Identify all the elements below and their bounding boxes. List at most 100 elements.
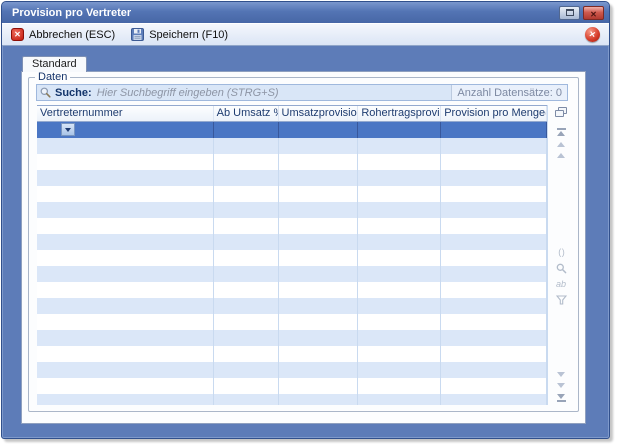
column-header[interactable]: Rohertragsprovision	[358, 106, 441, 121]
row-combo-dropdown[interactable]	[61, 123, 75, 136]
cancel-icon	[11, 28, 24, 41]
brackets-icon[interactable]	[558, 248, 564, 257]
table-row[interactable]	[37, 330, 547, 346]
column-header[interactable]: Umsatzprovision	[279, 106, 359, 121]
table-cell	[37, 378, 214, 394]
next-row-icon[interactable]	[557, 372, 565, 377]
table-cell	[37, 202, 214, 218]
table-row[interactable]	[37, 298, 547, 314]
move-down-icon[interactable]	[557, 383, 565, 388]
restore-icon	[566, 9, 574, 16]
table-cell	[279, 154, 359, 170]
grid-body	[37, 122, 547, 405]
table-row[interactable]	[37, 266, 547, 282]
table-row[interactable]	[37, 394, 547, 405]
table-cell	[214, 250, 279, 266]
table-row[interactable]	[37, 362, 547, 378]
prev-row-icon[interactable]	[557, 153, 565, 158]
table-row[interactable]	[37, 218, 547, 234]
table-cell	[279, 362, 359, 378]
scroll-bottom-icon[interactable]	[557, 394, 566, 402]
table-cell	[441, 154, 547, 170]
scroll-top-icon[interactable]	[557, 128, 566, 136]
table-cell	[441, 138, 547, 154]
table-row[interactable]	[37, 282, 547, 298]
table-cell	[214, 186, 279, 202]
close-button[interactable]	[583, 6, 604, 20]
table-cell	[279, 314, 359, 330]
table-cell	[279, 186, 359, 202]
app-window: Provision pro Vertreter Abbrechen (ESC) …	[1, 1, 610, 439]
toolbar: Abbrechen (ESC) Speichern (F10)	[2, 23, 609, 46]
table-cell	[441, 314, 547, 330]
table-cell	[441, 330, 547, 346]
window-body: Standard Daten Suche: Hier Suchbegriff e…	[2, 46, 609, 438]
table-cell	[214, 362, 279, 378]
table-cell	[37, 282, 214, 298]
table-cell	[214, 218, 279, 234]
table-cell	[279, 330, 359, 346]
table-cell	[37, 346, 214, 362]
search-input[interactable]: Suche: Hier Suchbegriff eingeben (STRG+S…	[36, 84, 568, 101]
table-row[interactable]	[37, 250, 547, 266]
table-row[interactable]	[37, 186, 547, 202]
table-cell	[441, 186, 547, 202]
column-header[interactable]: Provision pro Menge(Einheit)	[441, 106, 547, 121]
groupbox-label: Daten	[35, 71, 70, 83]
table-cell	[441, 378, 547, 394]
tab-standard[interactable]: Standard	[22, 56, 87, 72]
table-cell	[441, 170, 547, 186]
table-cell	[37, 218, 214, 234]
cancel-button[interactable]: Abbrechen (ESC)	[11, 28, 115, 41]
record-count-label: Anzahl Datensätze: 0	[451, 85, 567, 100]
column-header[interactable]: Vertreternummer	[37, 106, 214, 121]
save-button[interactable]: Speichern (F10)	[131, 28, 228, 41]
table-row[interactable]	[37, 314, 547, 330]
table-cell	[358, 122, 441, 138]
table-cell	[214, 346, 279, 362]
table-cell	[441, 282, 547, 298]
filter-icon[interactable]	[556, 295, 567, 305]
table-cell	[37, 394, 214, 405]
table-row[interactable]	[37, 202, 547, 218]
table-cell	[37, 122, 214, 138]
table-cell	[279, 298, 359, 314]
table-row[interactable]	[37, 122, 547, 138]
abort-icon[interactable]	[585, 27, 600, 42]
restore-button[interactable]	[559, 6, 580, 20]
table-cell	[441, 266, 547, 282]
column-chooser-icon[interactable]	[555, 107, 568, 119]
table-row[interactable]	[37, 154, 547, 170]
content-panel: Daten Suche: Hier Suchbegriff eingeben (…	[21, 71, 586, 424]
grid-side-rail	[552, 105, 570, 405]
table-cell	[358, 250, 441, 266]
table-cell	[37, 170, 214, 186]
table-cell	[441, 202, 547, 218]
table-cell	[358, 314, 441, 330]
close-icon	[590, 4, 597, 22]
table-cell	[37, 330, 214, 346]
edit-ab-icon[interactable]	[556, 280, 566, 289]
data-grid: VertreternummerAb Umsatz %Umsatzprovisio…	[37, 105, 548, 405]
search-zoom-icon[interactable]	[556, 263, 567, 274]
table-row[interactable]	[37, 378, 547, 394]
table-cell	[214, 122, 279, 138]
titlebar: Provision pro Vertreter	[2, 2, 609, 23]
table-cell	[358, 218, 441, 234]
table-cell	[214, 234, 279, 250]
table-cell	[214, 314, 279, 330]
table-row[interactable]	[37, 234, 547, 250]
column-header[interactable]: Ab Umsatz %	[214, 106, 279, 121]
table-cell	[37, 186, 214, 202]
table-cell	[214, 282, 279, 298]
table-cell	[358, 346, 441, 362]
move-up-icon[interactable]	[557, 142, 565, 147]
table-cell	[214, 298, 279, 314]
table-cell	[358, 170, 441, 186]
table-cell	[358, 378, 441, 394]
table-row[interactable]	[37, 170, 547, 186]
table-row[interactable]	[37, 346, 547, 362]
table-row[interactable]	[37, 138, 547, 154]
table-cell	[358, 330, 441, 346]
grid-header: VertreternummerAb Umsatz %Umsatzprovisio…	[37, 105, 547, 122]
